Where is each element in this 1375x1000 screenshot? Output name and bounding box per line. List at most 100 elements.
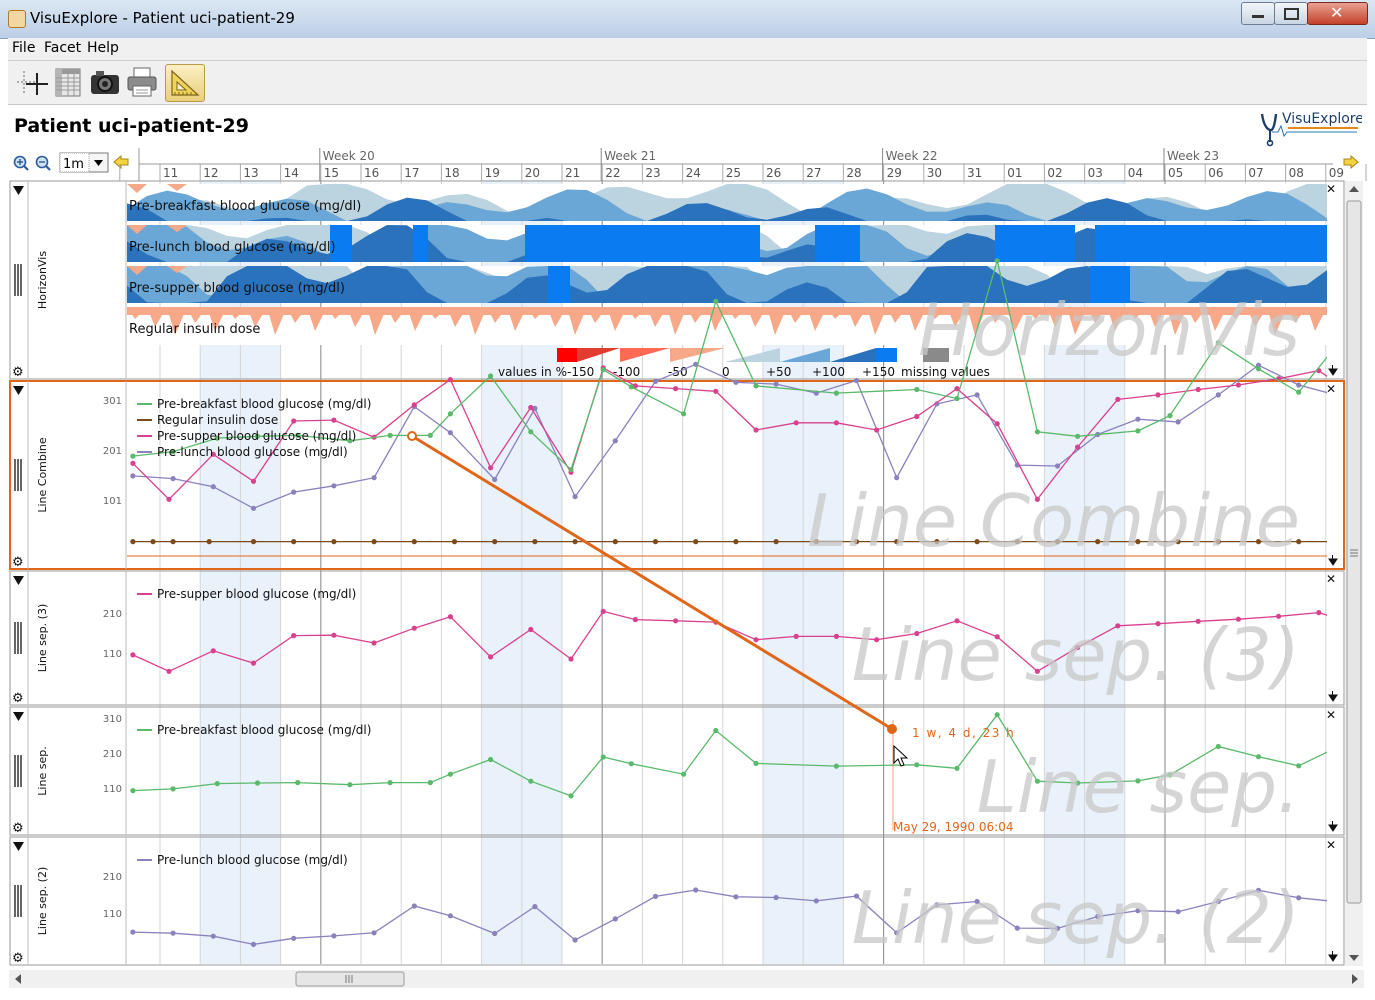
pre-lunch-series-point xyxy=(853,377,860,384)
sep-pre-breakfast-series-point xyxy=(295,780,301,786)
sep-pre-breakfast-series-point xyxy=(628,761,634,767)
collapse-toggle-icon[interactable] xyxy=(13,712,24,721)
sep-pre-breakfast-series-point xyxy=(568,793,574,799)
pre-supper-series-point xyxy=(291,418,297,424)
sep-pre-breakfast-series-point xyxy=(170,786,176,792)
insulin-series-point xyxy=(733,539,739,545)
pre-lunch-series-point xyxy=(652,378,659,384)
legend-tick: +150 xyxy=(862,365,895,379)
scroll-down-arrow-icon[interactable] xyxy=(1328,951,1338,962)
legend-entry: Pre-lunch blood glucose (mg/dl) xyxy=(157,853,348,867)
pre-breakfast-series-point xyxy=(994,258,1000,264)
vertical-scrollbar[interactable] xyxy=(1345,181,1363,966)
collapse-toggle-icon[interactable] xyxy=(13,186,24,195)
horizon-peak xyxy=(548,266,570,303)
zoom-range-select[interactable]: 1m xyxy=(59,152,109,173)
horizon-row-label: Pre-breakfast blood glucose (mg/dl) xyxy=(129,199,361,214)
gear-icon: ⚙ xyxy=(12,691,24,706)
legend-entry: Pre-lunch blood glucose (mg/dl) xyxy=(157,445,348,459)
pre-supper-series-point xyxy=(1115,396,1121,402)
sep2-pre-lunch-series-point xyxy=(572,937,578,943)
zoom-out-button[interactable] xyxy=(35,155,51,171)
week-label: Week 23 xyxy=(1167,149,1219,163)
drag-handle-icon[interactable] xyxy=(14,622,22,654)
insulin-series-point xyxy=(170,539,176,545)
pre-lunch-series-point xyxy=(1296,382,1302,388)
sep2-pre-lunch-series-point xyxy=(1336,899,1341,904)
day-label: 13 xyxy=(243,166,258,180)
y-tick-label: 110 xyxy=(103,649,122,660)
scroll-down-arrow-icon[interactable] xyxy=(1328,821,1338,832)
legend-swatch xyxy=(577,348,620,362)
sep-pre-breakfast-series-point xyxy=(387,780,393,786)
vertical-scroll-thumb[interactable] xyxy=(1346,200,1362,904)
pre-breakfast-series-point xyxy=(1167,413,1173,419)
scroll-time-right-button[interactable] xyxy=(1343,154,1359,170)
horizontal-scroll-thumb[interactable] xyxy=(295,971,405,987)
legend-swatch xyxy=(557,348,577,362)
sep3-pre-supper-series-point xyxy=(411,625,417,631)
scroll-down-arrow-icon[interactable] xyxy=(1328,365,1338,376)
sep3-pre-supper-series-point xyxy=(130,652,136,658)
horizon-legend: values in % -150 -100 -50 0 +50 +100 +150 missin… xyxy=(498,348,990,379)
day-label: 18 xyxy=(444,166,459,180)
sep2-pre-lunch-series-point xyxy=(130,929,136,935)
sep-pre-breakfast-series-point xyxy=(427,780,433,786)
close-panel-icon: ✕ xyxy=(1326,382,1336,396)
pre-breakfast-series-point xyxy=(1296,389,1302,395)
panel-side-label: Line sep. (3) xyxy=(36,604,49,672)
pre-breakfast-series-point xyxy=(1135,428,1141,434)
drag-handle-icon[interactable] xyxy=(14,755,22,787)
legend-swatch xyxy=(670,348,725,362)
horizon-peak xyxy=(995,225,1075,262)
drag-handle-icon[interactable] xyxy=(14,264,22,296)
collapse-toggle-icon[interactable] xyxy=(13,842,24,851)
day-label: 26 xyxy=(766,166,781,180)
measure-duration-label: 1 w, 4 d, 23 h xyxy=(912,726,1015,740)
drag-handle-icon[interactable] xyxy=(14,459,22,491)
measure-start-handle[interactable] xyxy=(407,431,417,441)
pre-lunch-series-point xyxy=(1336,393,1341,398)
pre-lunch-series-point xyxy=(1215,392,1221,398)
day-label: 15 xyxy=(324,166,339,180)
day-label: 16 xyxy=(364,166,379,180)
pre-supper-series-point xyxy=(874,427,880,433)
drag-handle-icon[interactable] xyxy=(14,885,22,917)
pre-breakfast-series-point xyxy=(713,298,719,304)
insulin-series-point xyxy=(693,539,699,545)
pre-breakfast-series-point xyxy=(954,395,960,402)
pre-supper-series-point xyxy=(411,402,417,408)
day-label: 24 xyxy=(686,166,701,180)
scroll-down-arrow-icon[interactable] xyxy=(1328,691,1338,702)
pre-supper-series-point xyxy=(130,460,136,466)
day-label: 06 xyxy=(1208,166,1223,180)
scroll-time-left-button[interactable] xyxy=(113,154,129,170)
measure-end-handle[interactable] xyxy=(887,724,897,734)
zoom-select-value: 1m xyxy=(63,157,84,172)
pre-breakfast-series-point xyxy=(1034,429,1040,435)
sep3-pre-supper-series-point xyxy=(447,614,453,620)
day-label: 23 xyxy=(645,166,660,180)
insulin-series-point xyxy=(773,539,779,545)
insulin-series-point xyxy=(532,539,538,545)
gear-icon: ⚙ xyxy=(12,555,24,570)
insulin-series-point xyxy=(572,539,578,545)
insulin-series-point xyxy=(371,539,377,545)
collapse-toggle-icon[interactable] xyxy=(13,576,24,585)
pre-supper-series-point xyxy=(673,386,679,392)
pre-lunch-series-point xyxy=(447,430,453,436)
zoom-in-button[interactable] xyxy=(13,155,29,171)
pre-supper-series-point xyxy=(753,427,759,433)
pre-lunch-series-point xyxy=(492,476,498,483)
timeline-visualization: 1m Week 20 Week 21 Week 22 Week 23 11 12 13 14 1… xyxy=(9,148,1367,988)
week-label: Week 20 xyxy=(323,149,375,163)
collapse-toggle-icon[interactable] xyxy=(13,386,24,395)
mouse-cursor-icon xyxy=(893,744,909,767)
legend-tick: +50 xyxy=(766,365,791,379)
horizontal-scrollbar[interactable] xyxy=(9,970,1364,988)
insulin-series-point xyxy=(451,539,458,545)
sep-pre-breakfast-series-point xyxy=(528,778,534,784)
scroll-down-arrow-icon[interactable] xyxy=(1328,555,1338,566)
pre-breakfast-series-point xyxy=(387,432,393,438)
y-tick-label: 210 xyxy=(103,872,122,883)
